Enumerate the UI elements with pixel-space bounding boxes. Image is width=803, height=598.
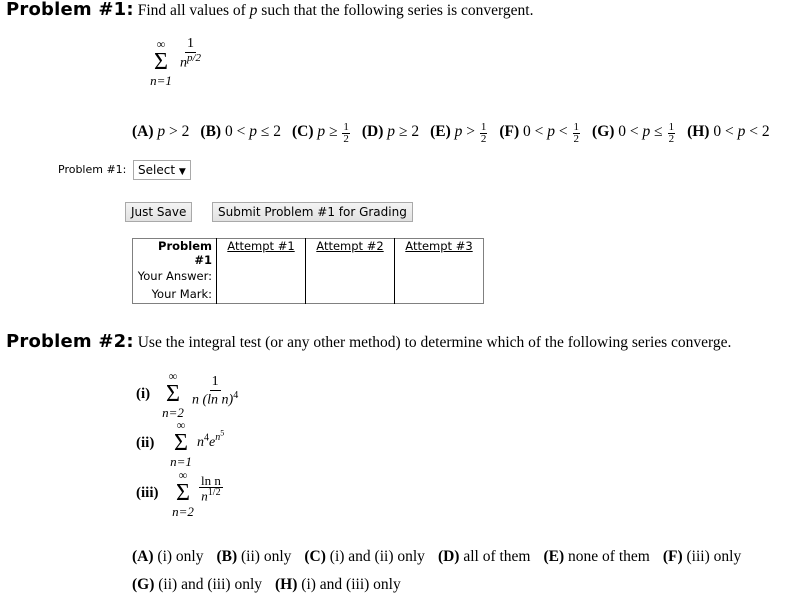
problem-1-options: (A) p > 2 (B) 0 < p ≤ 2 (C) p ≥ 1 2 (D) p ≥ … xyxy=(132,121,781,145)
series-term: 1 n (ln n)4 xyxy=(192,373,239,408)
problem-2-option: (A) (i) only xyxy=(132,548,204,565)
series-term: ln n n1/2 xyxy=(199,472,223,504)
problem-1-option: (G) 0 < p ≤ 12 xyxy=(592,121,676,145)
problem-2-header: Problem #2: Use the integral test (or an… xyxy=(6,331,731,352)
fraction: 12 xyxy=(667,121,676,145)
problem-1-option: (E) p > 12 xyxy=(430,121,488,145)
problem-1-option: (H) 0 < p < 2 xyxy=(687,123,770,141)
attempts-table: Problem #1 Attempt #1 Attempt #2 Attempt… xyxy=(132,238,484,304)
problem-2-option: (G) (ii) and (iii) only xyxy=(132,576,263,593)
problem-2-series-i: (i) ∞ Σ n=2 1 n (ln n)4 xyxy=(136,369,239,420)
problem-2-option: (F) (iii) only xyxy=(662,548,742,565)
problem-1-option: (D) p ≥ 2 xyxy=(361,123,420,141)
series-term: 1 np/2 xyxy=(180,36,202,71)
series-label: (ii) xyxy=(136,435,155,451)
problem-1-header: Problem #1: Find all values of p such th… xyxy=(6,0,534,20)
problem-2-option: (E) none of them xyxy=(543,548,650,565)
attempt-3-link[interactable]: Attempt #3 xyxy=(405,239,472,253)
attempt-3-column: Attempt #3 xyxy=(395,239,484,304)
problem-2-options-row-1: (A) (i) only (B) (ii) only (C) (i) and (ii… xyxy=(132,548,754,566)
problem-1-series: ∞ Σ n=1 1 np/2 xyxy=(150,36,203,88)
series-label: (i) xyxy=(136,386,151,402)
sigma-symbol: Σ xyxy=(176,480,190,506)
sigma-symbol: Σ xyxy=(166,381,180,407)
series-label: (iii) xyxy=(136,485,159,501)
problem-1-description: Find all values of p such that the follo… xyxy=(137,2,534,19)
problem-1-answer-select[interactable]: Select ▼ xyxy=(133,160,191,180)
problem-2-title: Problem #2: xyxy=(6,331,134,352)
your-answer-label: Your Answer: xyxy=(132,267,217,285)
sigma-symbol: Σ xyxy=(174,430,188,456)
attempts-table-header: Problem #1 xyxy=(132,238,217,267)
problem-2-option: (H) (i) and (iii) only xyxy=(275,576,401,593)
problem-1-option: (C) p ≥ 12 xyxy=(291,121,350,145)
attempt-2-column: Attempt #2 xyxy=(305,238,395,304)
problem-2-series-iii: (iii) ∞ Σ n=2 ln n n1/2 xyxy=(136,468,223,519)
problem-2-description: Use the integral test (or any other meth… xyxy=(137,334,732,351)
series-lower-limit: n=1 xyxy=(150,73,172,88)
fraction: 12 xyxy=(479,121,488,145)
just-save-button[interactable]: Just Save xyxy=(125,202,193,222)
attempt-1-link[interactable]: Attempt #1 xyxy=(227,239,294,253)
your-mark-label: Your Mark: xyxy=(132,285,217,304)
problem-2-series-ii: (ii) ∞ Σ n=1 n4en5 xyxy=(136,418,225,469)
problem-1-title: Problem #1: xyxy=(6,0,134,20)
fraction: 12 xyxy=(572,121,581,145)
problem-2-option: (D) all of them xyxy=(437,548,531,565)
problem-2-option: (C) (i) and (ii) only xyxy=(304,548,425,565)
submit-problem-1-button[interactable]: Submit Problem #1 for Grading xyxy=(212,202,413,222)
attempt-2-link[interactable]: Attempt #2 xyxy=(316,239,383,253)
series-term: n4en5 xyxy=(197,428,225,450)
attempt-1-column: Attempt #1 xyxy=(216,238,306,304)
problem-2-option: (B) (ii) only xyxy=(216,548,292,565)
chevron-down-icon: ▼ xyxy=(178,167,186,177)
problem-1-option: (F) 0 < p < 12 xyxy=(499,121,581,145)
sigma-symbol: Σ xyxy=(154,49,168,75)
problem-1-option: (A) p > 2 xyxy=(132,123,190,141)
problem-1-answer-label: Problem #1: xyxy=(58,163,127,176)
problem-2-options-row-2: (G) (ii) and (iii) only (H) (i) and (iii)… xyxy=(132,576,414,594)
problem-1-option: (B) 0 < p ≤ 2 xyxy=(200,123,281,141)
fraction: 12 xyxy=(342,121,350,145)
